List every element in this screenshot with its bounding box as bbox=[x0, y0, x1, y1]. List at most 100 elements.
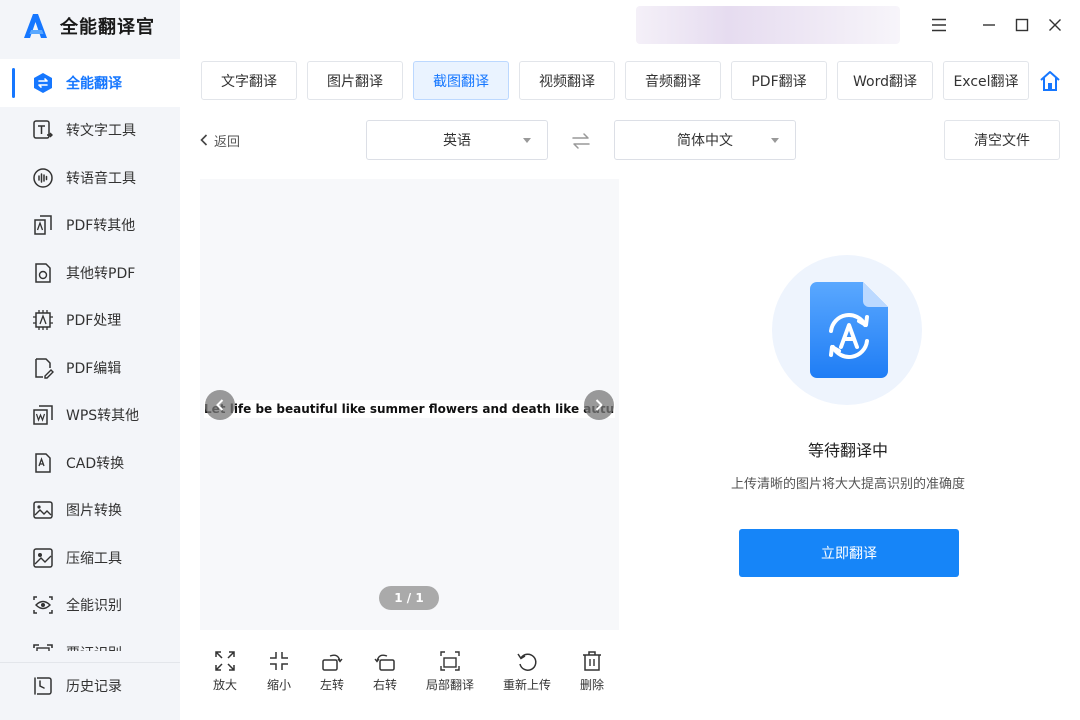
rotate-left-button[interactable]: 左转 bbox=[320, 650, 344, 693]
cad-icon bbox=[35, 453, 51, 473]
rotate-right-button[interactable]: 右转 bbox=[373, 650, 397, 693]
close-icon bbox=[1049, 19, 1061, 31]
app-logo-icon bbox=[24, 14, 47, 38]
sidebar-item-label: 压缩工具 bbox=[66, 550, 122, 567]
ticket-icon bbox=[33, 643, 53, 651]
minimize-button[interactable] bbox=[976, 12, 1002, 38]
zoom-in-button[interactable]: 放大 bbox=[213, 650, 237, 693]
document-translate-icon bbox=[810, 282, 888, 378]
sidebar-item-label: 转文字工具 bbox=[66, 123, 136, 140]
history-icon bbox=[34, 677, 52, 695]
sidebar-item-text-tools[interactable]: 转文字工具 bbox=[0, 107, 180, 155]
prev-image-button[interactable] bbox=[205, 390, 235, 420]
partial-translate-button[interactable]: 局部翻译 bbox=[426, 650, 474, 693]
swap-languages-icon[interactable] bbox=[570, 130, 592, 152]
home-icon bbox=[1040, 71, 1060, 91]
minimize-icon bbox=[983, 24, 995, 26]
tab-audio-translate[interactable]: 音频翻译 bbox=[625, 61, 721, 100]
voice-icon bbox=[33, 168, 53, 188]
sidebar-item-label: PDF编辑 bbox=[66, 360, 122, 377]
home-button[interactable] bbox=[1037, 68, 1063, 94]
sidebar-item-voice-tools[interactable]: 转语音工具 bbox=[0, 154, 180, 202]
source-language-value: 英语 bbox=[443, 133, 471, 149]
sidebar-item-label: 全能翻译 bbox=[66, 75, 122, 92]
sidebar-item-ticket[interactable]: 票证识别 bbox=[0, 629, 180, 651]
tab-pdf-translate[interactable]: PDF翻译 bbox=[731, 61, 827, 100]
rotate-right-icon bbox=[374, 654, 395, 671]
tool-label: 局部翻译 bbox=[426, 678, 475, 692]
tool-label: 左转 bbox=[320, 678, 345, 692]
sidebar-item-label: 其他转PDF bbox=[66, 265, 136, 282]
sidebar-item-pdf-process[interactable]: PDF处理 bbox=[0, 297, 180, 345]
pdf-edit-icon bbox=[35, 358, 54, 379]
sidebar-item-compress[interactable]: 压缩工具 bbox=[0, 534, 180, 582]
sidebar-item-recognize[interactable]: 全能识别 bbox=[0, 582, 180, 630]
status-hint: 上传清晰的图片将大大提高识别的准确度 bbox=[730, 477, 965, 492]
tab-video-translate[interactable]: 视频翻译 bbox=[519, 61, 615, 100]
rotate-left-icon bbox=[322, 654, 343, 671]
delete-icon bbox=[583, 651, 601, 671]
maximize-icon bbox=[1015, 18, 1029, 32]
sidebar-item-translate[interactable]: 全能翻译 bbox=[0, 59, 180, 107]
tab-excel-translate[interactable]: Excel翻译 bbox=[943, 61, 1029, 100]
translate-now-button[interactable]: 立即翻译 bbox=[739, 529, 959, 577]
sidebar-item-wps[interactable]: WPS转其他 bbox=[0, 392, 180, 440]
tool-label: 右转 bbox=[373, 678, 398, 692]
maximize-button[interactable] bbox=[1009, 12, 1035, 38]
compress-icon bbox=[33, 548, 53, 568]
zoom-out-button[interactable]: 缩小 bbox=[267, 650, 291, 693]
image-convert-icon bbox=[33, 501, 53, 519]
translate-tabs: 文字翻译 图片翻译 截图翻译 视频翻译 音频翻译 PDF翻译 Word翻译 Ex… bbox=[201, 61, 1029, 100]
text-convert-icon bbox=[33, 120, 53, 139]
tab-word-translate[interactable]: Word翻译 bbox=[837, 61, 933, 100]
tab-screenshot-translate[interactable]: 截图翻译 bbox=[413, 61, 509, 100]
blurred-user-area bbox=[636, 6, 900, 44]
back-label: 返回 bbox=[214, 134, 241, 150]
sidebar-item-label: 票证识别 bbox=[66, 643, 122, 651]
tab-image-translate[interactable]: 图片翻译 bbox=[307, 61, 403, 100]
close-button[interactable] bbox=[1042, 12, 1068, 38]
sidebar-item-label: PDF处理 bbox=[66, 313, 122, 330]
sidebar-item-image-convert[interactable]: 图片转换 bbox=[0, 487, 180, 535]
sidebar-item-label: 图片转换 bbox=[66, 503, 122, 520]
target-language-value: 简体中文 bbox=[677, 133, 733, 149]
tool-label: 缩小 bbox=[267, 678, 292, 692]
chevron-right-icon bbox=[595, 399, 603, 411]
translate-icon bbox=[34, 72, 52, 93]
status-title: 等待翻译中 bbox=[807, 441, 888, 460]
sidebar-item-label: WPS转其他 bbox=[66, 408, 140, 425]
sidebar-item-label: 全能识别 bbox=[66, 598, 122, 615]
target-language-select[interactable]: 简体中文 bbox=[614, 120, 796, 160]
sidebar-item-pdf-export[interactable]: PDF转其他 bbox=[0, 202, 180, 250]
sidebar-item-cad[interactable]: CAD转换 bbox=[0, 439, 180, 487]
next-image-button[interactable] bbox=[584, 390, 614, 420]
sidebar-item-pdf-edit[interactable]: PDF编辑 bbox=[0, 344, 180, 392]
menu-button[interactable] bbox=[926, 12, 952, 38]
clear-files-button[interactable]: 清空文件 bbox=[944, 120, 1060, 160]
reupload-icon bbox=[517, 653, 537, 671]
source-language-select[interactable]: 英语 bbox=[366, 120, 548, 160]
reupload-button[interactable]: 重新上传 bbox=[503, 650, 551, 693]
pdf-export-icon bbox=[34, 215, 52, 235]
sidebar: 全能翻译官 全能翻译 转文字工具 转语音工具 PDF转其他 其他转PDF PDF… bbox=[0, 0, 180, 720]
preview-image-text: Let life be beautiful like summer flower… bbox=[204, 400, 615, 418]
sidebar-item-pdf-import[interactable]: 其他转PDF bbox=[0, 249, 180, 297]
back-button[interactable]: 返回 bbox=[200, 130, 240, 150]
sidebar-item-label: 历史记录 bbox=[66, 679, 122, 695]
chevron-left-icon bbox=[200, 134, 208, 146]
chevron-down-icon bbox=[771, 138, 779, 143]
sidebar-item-label: 转语音工具 bbox=[66, 170, 136, 187]
sidebar-item-history[interactable]: 历史记录 bbox=[0, 662, 180, 709]
sidebar-nav: 全能翻译 转文字工具 转语音工具 PDF转其他 其他转PDF PDF处理 PDF… bbox=[0, 59, 180, 651]
hamburger-icon bbox=[932, 18, 946, 32]
zoom-in-icon bbox=[215, 651, 235, 671]
waiting-illustration bbox=[772, 255, 922, 405]
page-indicator: 1 / 1 bbox=[379, 586, 439, 610]
chevron-down-icon bbox=[523, 138, 531, 143]
zoom-out-icon bbox=[270, 652, 288, 670]
tool-label: 删除 bbox=[580, 678, 605, 692]
eye-icon bbox=[33, 596, 53, 614]
tab-text-translate[interactable]: 文字翻译 bbox=[201, 61, 297, 100]
delete-button[interactable]: 删除 bbox=[580, 650, 604, 693]
pdf-process-icon bbox=[33, 310, 53, 331]
